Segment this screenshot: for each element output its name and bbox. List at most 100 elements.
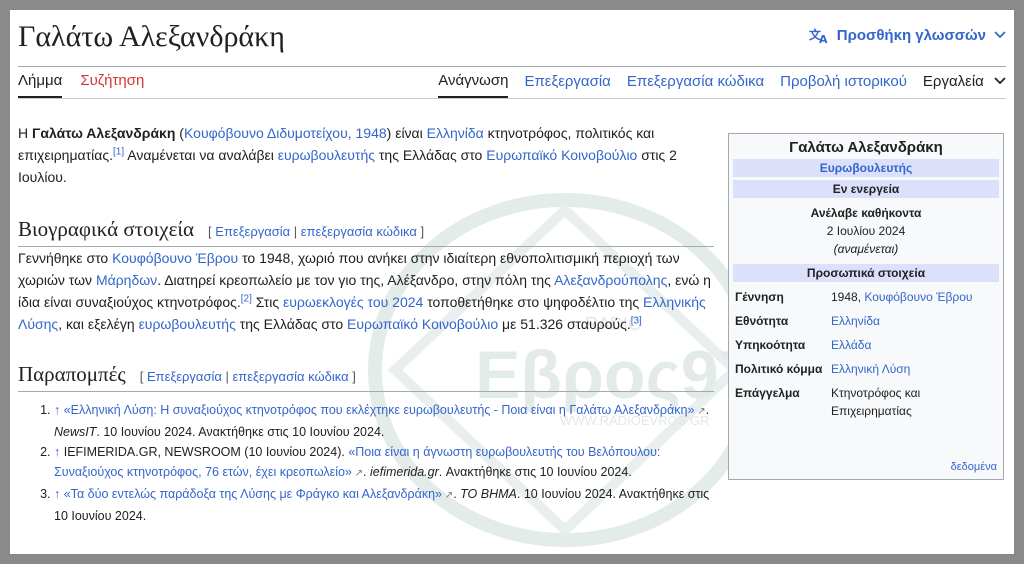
birth-label: Γέννηση bbox=[735, 290, 784, 304]
tab-history[interactable]: Προβολή ιστορικού bbox=[780, 73, 907, 97]
tools-menu[interactable]: Εργαλεία bbox=[923, 73, 1006, 97]
intro-paragraph: Η Γαλάτω Αλεξανδράκη (Κουφόβουνο Διδυμοτ… bbox=[18, 122, 714, 188]
section-edit-links: [ Επεξεργασία | επεξεργασία κώδικα ] bbox=[139, 369, 356, 384]
ref-link-2[interactable]: [2] bbox=[241, 293, 252, 304]
infobox-office: Ανέλαβε καθήκοντα 2 Ιουλίου 2024 (αναμέν… bbox=[729, 204, 1003, 258]
took-office-date: 2 Ιουλίου 2024 bbox=[826, 224, 906, 238]
reference-item: ↑ «Ελληνική Λύση: Η συναξιούχος κτηνοτρό… bbox=[54, 400, 714, 442]
edit-source-section-link[interactable]: επεξεργασία κώδικα bbox=[301, 224, 417, 239]
infobox-row-ethnicity: Εθνότητα Ελληνίδα bbox=[735, 312, 997, 330]
infobox-row-party: Πολιτικό κόμμα Ελληνική Λύση bbox=[735, 360, 997, 378]
title-divider bbox=[18, 66, 1006, 67]
subject-name: Γαλάτω Αλεξανδράκη bbox=[32, 125, 176, 141]
ethnicity-label: Εθνότητα bbox=[735, 314, 789, 328]
infobox-personal-header: Προσωπικά στοιχεία bbox=[733, 264, 999, 282]
namespace-tabs: Λήμμα Συζήτηση bbox=[18, 72, 144, 98]
bio-text: της Ελλάδας στο bbox=[235, 316, 348, 332]
bio-text: Γεννήθηκε στο bbox=[18, 250, 113, 266]
section-heading-biography: Βιογραφικά στοιχεία [ Επεξεργασία | επεξε… bbox=[18, 218, 714, 247]
section-edit-links: [ Επεξεργασία | επεξεργασία κώδικα ] bbox=[208, 224, 425, 239]
infobox-row-citizenship: Υπηκοότητα Ελλάδα bbox=[735, 336, 997, 354]
intro-text: ) είναι bbox=[386, 125, 427, 141]
intro-text: ( bbox=[175, 125, 184, 141]
parliament-link[interactable]: Ευρωπαϊκό Κοινοβούλιο bbox=[486, 147, 637, 163]
svg-text:A: A bbox=[819, 33, 828, 44]
citizenship-link[interactable]: Ελλάδα bbox=[831, 336, 997, 354]
alexandroupoli-link[interactable]: Αλεξανδρούπολης bbox=[554, 272, 667, 288]
infobox: Γαλάτω Αλεξανδράκη Ευρωβουλευτής Εν ενερ… bbox=[728, 133, 1004, 480]
biography-heading-text: Βιογραφικά στοιχεία bbox=[18, 217, 195, 241]
tabs-divider bbox=[18, 98, 1006, 99]
backlink-icon[interactable]: ↑ bbox=[54, 445, 60, 459]
tab-edit-source[interactable]: Επεξεργασία κώδικα bbox=[627, 73, 764, 97]
village-link[interactable]: Κουφόβουνο Έβρου bbox=[112, 250, 238, 266]
reference-2-authors: IEFIMERIDA.GR, NEWSROOM (10 Ιουνίου 2024… bbox=[63, 445, 349, 459]
took-office-note: (αναμένεται) bbox=[833, 242, 899, 256]
edit-source-section-link[interactable]: επεξεργασία κώδικα bbox=[232, 369, 348, 384]
birthplace-link[interactable]: Κουφόβουνο Έβρου bbox=[864, 290, 972, 304]
tab-edit[interactable]: Επεξεργασία bbox=[524, 73, 610, 97]
occupation-value: Κτηνοτρόφος και Επιχειρηματίας bbox=[831, 386, 921, 418]
intro-text: της Ελλάδας στο bbox=[375, 147, 487, 163]
external-link-icon: ↗ bbox=[442, 490, 454, 501]
wikidata-link[interactable]: δεδομένα bbox=[951, 461, 997, 473]
euroelections-link[interactable]: ευρωεκλογές του 2024 bbox=[283, 294, 423, 310]
reference-3-link[interactable]: «Τα δύο εντελώς παράδοξα της Λύσης με Φρ… bbox=[64, 487, 442, 501]
bio-text: , και εξελέγη bbox=[58, 316, 139, 332]
view-tabs: Ανάγνωση Επεξεργασία Επεξεργασία κώδικα … bbox=[438, 72, 1006, 98]
reference-3-source: ΤΟ ΒΗΜΑ bbox=[460, 487, 517, 501]
infobox-role-link[interactable]: Ευρωβουλευτής bbox=[733, 159, 999, 177]
bio-text: με 51.326 σταυρούς. bbox=[498, 316, 631, 332]
page-title: Γαλάτω Αλεξανδράκη bbox=[18, 20, 285, 53]
birth-year: 1948, bbox=[831, 290, 865, 304]
bio-text: Στις bbox=[251, 294, 284, 310]
mep-link[interactable]: ευρωβουλευτής bbox=[139, 316, 236, 332]
edit-section-link[interactable]: Επεξεργασία bbox=[147, 369, 222, 384]
birthplace-link[interactable]: Κουφόβουνο Διδυμοτείχου, 1948 bbox=[184, 125, 387, 141]
marides-link[interactable]: Μάρηδων bbox=[96, 272, 157, 288]
chevron-down-icon bbox=[994, 31, 1006, 39]
bio-text: τοποθετήθηκε στο ψηφοδέλτιο της bbox=[423, 294, 644, 310]
references-heading-text: Παραπομπές bbox=[18, 362, 126, 386]
chevron-down-icon bbox=[994, 77, 1006, 85]
ref-link-3[interactable]: [3] bbox=[631, 315, 642, 326]
add-languages-button[interactable]: 文 A Προσθήκη γλωσσών bbox=[809, 26, 1006, 44]
birth-value: 1948, Κουφόβουνο Έβρου bbox=[831, 288, 997, 306]
party-label: Πολιτικό κόμμα bbox=[735, 362, 823, 376]
tab-article[interactable]: Λήμμα bbox=[18, 72, 63, 98]
intro-text: Αναμένεται να αναλάβει bbox=[124, 147, 278, 163]
reference-1-source: NewsIT bbox=[54, 425, 97, 439]
wiki-page: RADIO Εβρος97.1 WWW.RADIOEVROS.GR Γαλάτω… bbox=[10, 10, 1014, 554]
party-link[interactable]: Ελληνική Λύση bbox=[831, 360, 997, 378]
citizenship-label: Υπηκοότητα bbox=[735, 338, 806, 352]
biography-paragraph: Γεννήθηκε στο Κουφόβουνο Έβρου το 1948, … bbox=[18, 247, 714, 335]
backlink-icon[interactable]: ↑ bbox=[54, 487, 60, 501]
tab-talk[interactable]: Συζήτηση bbox=[80, 72, 144, 98]
references-list: ↑ «Ελληνική Λύση: Η συναξιούχος κτηνοτρό… bbox=[18, 400, 714, 526]
reference-1-link[interactable]: «Ελληνική Λύση: Η συναξιούχος κτηνοτρόφο… bbox=[64, 403, 695, 417]
article-body: Η Γαλάτω Αλεξανδράκη (Κουφόβουνο Διδυμοτ… bbox=[18, 122, 714, 526]
took-office-label: Ανέλαβε καθήκοντα bbox=[810, 206, 922, 220]
translate-icon: 文 A bbox=[809, 27, 828, 44]
bio-text: . Διατηρεί κρεοπωλείο με τον γιο της, Αλ… bbox=[157, 272, 555, 288]
tools-label: Εργαλεία bbox=[922, 73, 984, 90]
edit-section-link[interactable]: Επεξεργασία bbox=[215, 224, 290, 239]
mep-link[interactable]: ευρωβουλευτής bbox=[278, 147, 375, 163]
infobox-status: Εν ενεργεία bbox=[733, 180, 999, 198]
tab-read[interactable]: Ανάγνωση bbox=[438, 72, 509, 98]
infobox-row-occupation: Επάγγελμα Κτηνοτρόφος και Επιχειρηματίας bbox=[735, 384, 997, 420]
infobox-row-birth: Γέννηση 1948, Κουφόβουνο Έβρου bbox=[735, 288, 997, 306]
ref-link-1[interactable]: [1] bbox=[113, 146, 124, 157]
nationality-link[interactable]: Ελληνίδα bbox=[427, 125, 484, 141]
infobox-title: Γαλάτω Αλεξανδράκη bbox=[789, 139, 943, 156]
ethnicity-link[interactable]: Ελληνίδα bbox=[831, 312, 997, 330]
reference-item: ↑ «Τα δύο εντελώς παράδοξα της Λύσης με … bbox=[54, 484, 714, 526]
reference-item: ↑ IEFIMERIDA.GR, NEWSROOM (10 Ιουνίου 20… bbox=[54, 442, 714, 484]
occupation-label: Επάγγελμα bbox=[735, 386, 800, 400]
parliament-link[interactable]: Ευρωπαϊκό Κοινοβούλιο bbox=[347, 316, 498, 332]
reference-2-rest: . Ανακτήθηκε στις 10 Ιουνίου 2024. bbox=[438, 465, 632, 479]
backlink-icon[interactable]: ↑ bbox=[54, 403, 60, 417]
external-link-icon: ↗ bbox=[694, 406, 706, 417]
external-link-icon: ↗ bbox=[351, 468, 364, 479]
reference-2-source: iefimerida.gr bbox=[370, 465, 439, 479]
